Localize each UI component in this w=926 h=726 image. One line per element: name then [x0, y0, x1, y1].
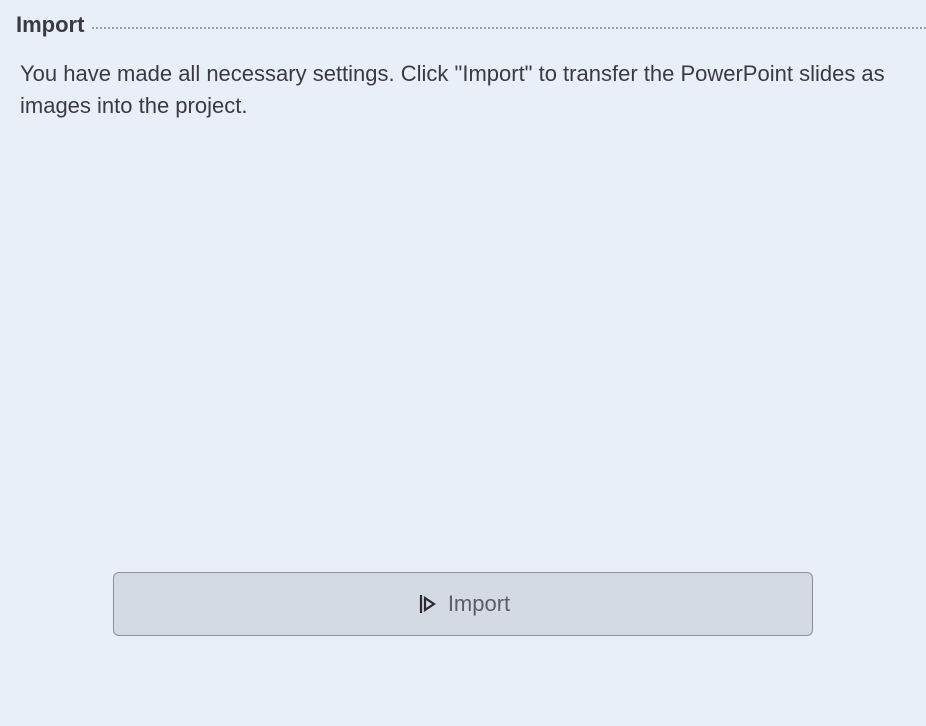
import-button[interactable]: Import [113, 572, 813, 636]
button-container: Import [0, 572, 926, 636]
section-title: Import [16, 12, 84, 38]
content-area: You have made all necessary settings. Cl… [0, 38, 926, 122]
section-header: Import [0, 0, 926, 38]
instruction-text: You have made all necessary settings. Cl… [20, 58, 906, 122]
section-divider [92, 27, 926, 29]
import-button-label: Import [448, 591, 510, 617]
play-icon [416, 593, 438, 615]
